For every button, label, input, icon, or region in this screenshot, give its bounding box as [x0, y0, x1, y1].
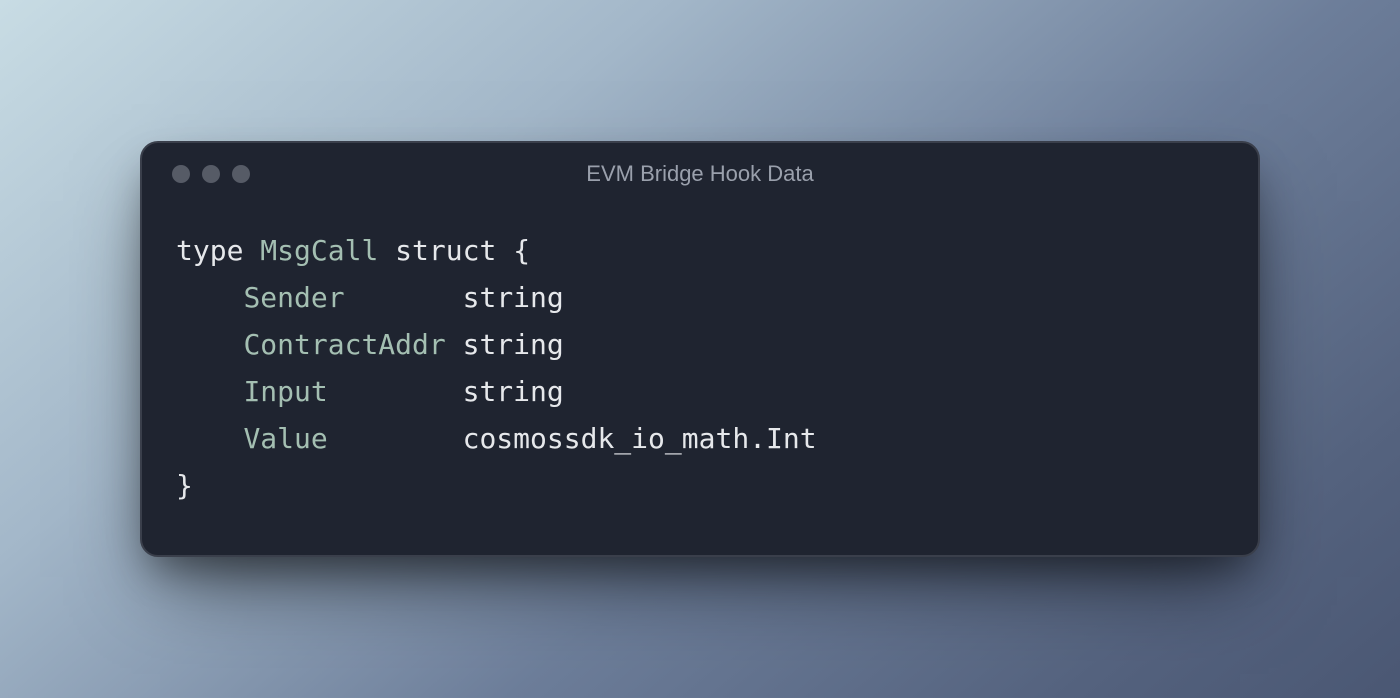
field-value-type-pkg: cosmossdk_io_math [463, 422, 750, 455]
field-contractaddr-type: string [463, 328, 564, 361]
field-value-type-dot: . [749, 422, 766, 455]
field-input-type: string [463, 375, 564, 408]
code-window: EVM Bridge Hook Data type MsgCall struct… [140, 141, 1260, 557]
field-contractaddr-name: ContractAddr [243, 328, 445, 361]
code-block: type MsgCall struct { Sender string Cont… [142, 197, 1258, 555]
field-input-name: Input [243, 375, 327, 408]
field-sender-name: Sender [243, 281, 344, 314]
keyword-type: type [176, 234, 243, 267]
brace-close: } [176, 469, 193, 502]
traffic-lights [172, 165, 250, 183]
field-value-type-ident: Int [766, 422, 817, 455]
field-value-name: Value [243, 422, 327, 455]
traffic-light-zoom-icon[interactable] [232, 165, 250, 183]
field-sender-type: string [463, 281, 564, 314]
keyword-struct: struct [395, 234, 496, 267]
window-titlebar: EVM Bridge Hook Data [142, 143, 1258, 197]
traffic-light-close-icon[interactable] [172, 165, 190, 183]
struct-name: MsgCall [260, 234, 378, 267]
traffic-light-minimize-icon[interactable] [202, 165, 220, 183]
brace-open: { [513, 234, 530, 267]
window-title: EVM Bridge Hook Data [142, 161, 1258, 187]
